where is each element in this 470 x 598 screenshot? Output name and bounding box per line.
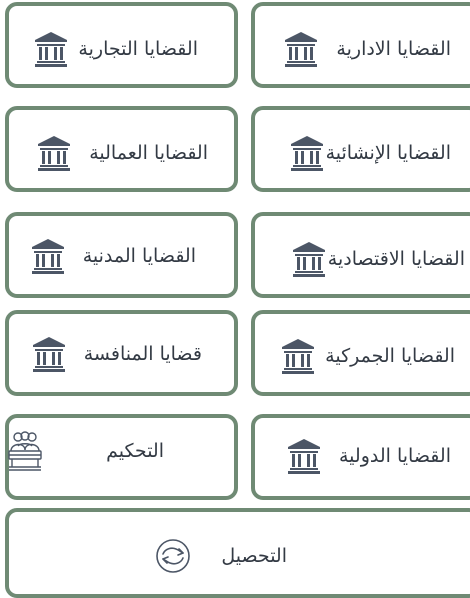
card-economic-cases[interactable]: القضايا الاقتصادية: [251, 212, 470, 298]
courthouse-icon: [32, 337, 65, 372]
courthouse-icon: [282, 339, 315, 374]
card-construction-cases[interactable]: القضايا الإنشائية: [251, 106, 470, 192]
card-label: القضايا الجمركية: [325, 344, 455, 367]
card-label: القضايا التجارية: [78, 37, 198, 60]
card-competition-cases[interactable]: قضايا المنافسة: [5, 310, 238, 396]
card-label: قضايا المنافسة: [83, 342, 202, 365]
card-label: القضايا الادارية: [336, 37, 451, 60]
card-label: القضايا العمالية: [89, 141, 208, 164]
card-label: القضايا الاقتصادية: [327, 247, 465, 270]
card-label: القضايا الإنشائية: [325, 141, 451, 164]
arbitration-panel-icon: [8, 431, 42, 471]
courthouse-icon: [290, 136, 323, 171]
card-commercial-cases[interactable]: القضايا التجارية: [5, 2, 238, 88]
courthouse-icon: [288, 439, 320, 474]
courthouse-icon: [31, 239, 64, 274]
card-labor-cases[interactable]: القضايا العمالية: [5, 106, 238, 192]
card-customs-cases[interactable]: القضايا الجمركية: [251, 310, 470, 396]
card-label: التحكيم: [106, 439, 164, 462]
courthouse-icon: [292, 242, 325, 277]
card-international-cases[interactable]: القضايا الدولية: [251, 414, 470, 500]
courthouse-icon: [38, 136, 71, 171]
courthouse-icon: [35, 32, 68, 67]
card-label: القضايا المدنية: [82, 244, 196, 267]
card-arbitration[interactable]: التحكيم: [5, 414, 238, 500]
card-administrative-cases[interactable]: القضايا الادارية: [251, 2, 470, 88]
card-collection[interactable]: التحصيل: [5, 508, 470, 598]
collection-exchange-icon: [156, 539, 191, 573]
card-label: القضايا الدولية: [339, 444, 451, 467]
card-civil-cases[interactable]: القضايا المدنية: [5, 212, 238, 298]
card-label: التحصيل: [221, 544, 287, 567]
courthouse-icon: [285, 32, 318, 67]
